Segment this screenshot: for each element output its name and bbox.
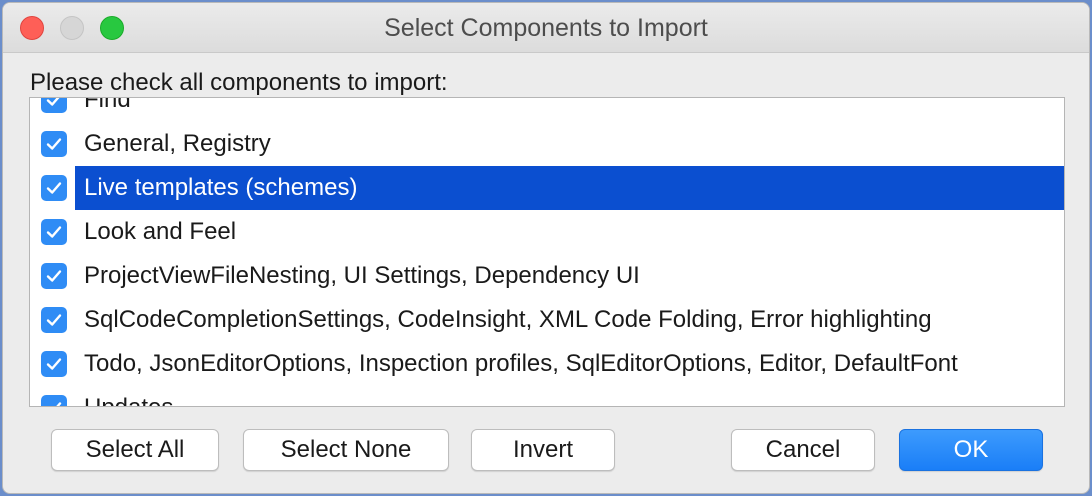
cancel-button[interactable]: Cancel [731, 429, 875, 471]
checkbox-checked-icon[interactable] [41, 131, 67, 157]
list-item-selected[interactable]: Live templates (schemes) [30, 166, 1064, 210]
checkbox-checked-icon[interactable] [41, 307, 67, 333]
checkbox-checked-icon[interactable] [41, 98, 67, 113]
select-none-button[interactable]: Select None [243, 429, 449, 471]
checkbox-checked-icon[interactable] [41, 219, 67, 245]
list-item-label: ProjectViewFileNesting, UI Settings, Dep… [84, 262, 640, 289]
list-item-label: SqlCodeCompletionSettings, CodeInsight, … [84, 306, 932, 333]
list-item[interactable]: Look and Feel [30, 210, 1064, 254]
list-item-label: Todo, JsonEditorOptions, Inspection prof… [84, 350, 958, 377]
dialog-title: Select Components to Import [384, 14, 708, 42]
list-item-label: Updates [84, 386, 1064, 406]
list-item-label: Live templates (schemes) [75, 166, 1064, 210]
select-all-button[interactable]: Select All [51, 429, 219, 471]
list-item[interactable]: General, Registry [30, 122, 1064, 166]
list-item[interactable]: SqlCodeCompletionSettings, CodeInsight, … [30, 298, 1064, 342]
components-list[interactable]: Find General, Registry Live templates (s… [29, 97, 1065, 407]
list-item[interactable]: Todo, JsonEditorOptions, Inspection prof… [30, 342, 1064, 386]
invert-button[interactable]: Invert [471, 429, 615, 471]
list-item[interactable]: Find [30, 97, 1064, 122]
checkbox-checked-icon[interactable] [41, 395, 67, 406]
list-item[interactable]: Updates [30, 386, 1064, 406]
title-bar[interactable]: Select Components to Import [3, 3, 1089, 53]
checkbox-checked-icon[interactable] [41, 263, 67, 289]
checkbox-checked-icon[interactable] [41, 351, 67, 377]
list-item-label: Find [84, 97, 131, 113]
list-item-label: General, Registry [84, 130, 271, 157]
list-item-label: Look and Feel [84, 218, 237, 245]
instruction-label: Please check all components to import: [30, 69, 448, 96]
import-dialog: Select Components to Import Please check… [2, 2, 1090, 494]
ok-button[interactable]: OK [899, 429, 1043, 471]
checkbox-checked-icon[interactable] [41, 175, 67, 201]
list-item[interactable]: ProjectViewFileNesting, UI Settings, Dep… [30, 254, 1064, 298]
